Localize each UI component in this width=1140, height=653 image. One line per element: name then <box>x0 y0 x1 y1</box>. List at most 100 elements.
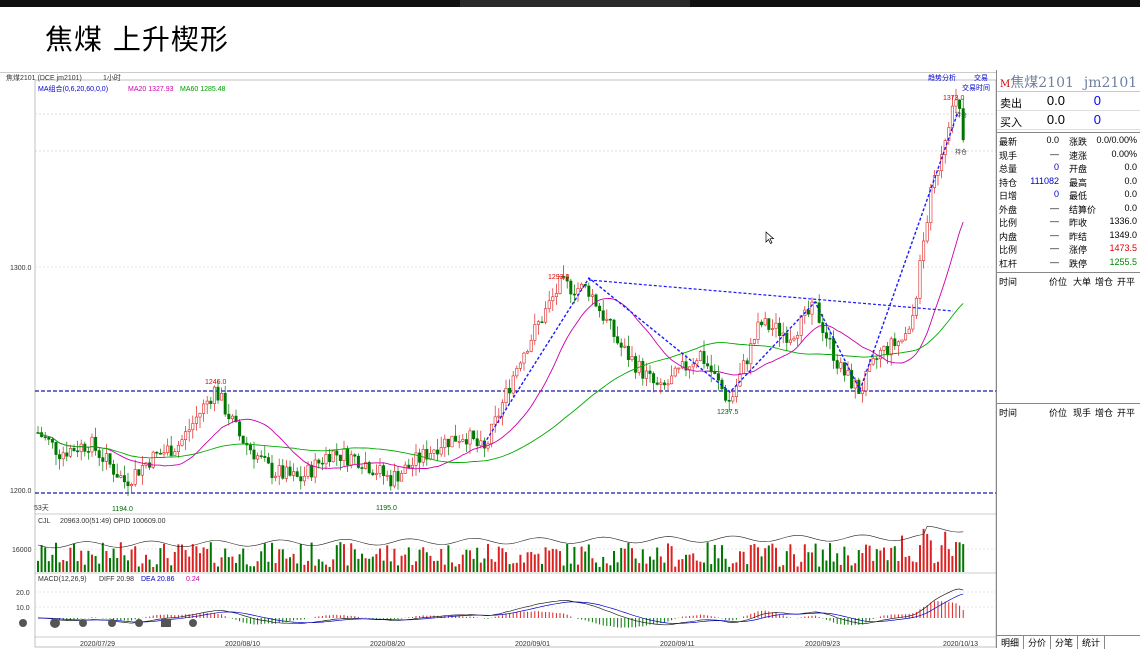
volume-bar <box>231 556 234 572</box>
volume-bar <box>155 564 158 572</box>
quote-label: 最新 <box>999 137 1018 147</box>
candle-body <box>731 396 735 402</box>
volume-bar <box>307 560 309 572</box>
volume-bar <box>281 549 284 572</box>
tab-tick[interactable]: 分笔 <box>1051 636 1079 649</box>
volume-bar <box>537 553 540 572</box>
volume-bar <box>609 565 612 572</box>
macd-diff: DIFF 20.98 <box>99 576 134 583</box>
volume-bar <box>865 544 867 572</box>
volume-bar <box>613 550 615 572</box>
candle-body <box>432 449 436 454</box>
volume-bar <box>847 555 849 572</box>
volume-bar <box>904 556 907 572</box>
volume-bar <box>656 547 659 572</box>
quote-label: 内盘 <box>999 231 1018 242</box>
kline-chart[interactable]: 焦煤2101 (DCE jm2101) 1小时 MA组合(0,6,20,60,0… <box>0 70 997 648</box>
candle-body <box>216 386 220 401</box>
volume-bar <box>515 562 518 572</box>
candle-body <box>317 459 321 464</box>
volume-bar <box>271 542 273 572</box>
candle-body <box>821 322 825 333</box>
candle-body <box>619 342 623 348</box>
price-tag-2: 持仓 <box>955 148 967 156</box>
candle-body <box>907 328 911 334</box>
volume-bar <box>418 549 421 572</box>
candle-body <box>187 429 191 432</box>
candle-body <box>882 346 886 351</box>
candle-body <box>184 431 188 440</box>
quote-value: 0.0 <box>1124 202 1137 213</box>
volume-bar <box>551 548 554 572</box>
volume-bar <box>933 563 936 572</box>
panel-tabs[interactable]: 明细 分价 分笔 统计 <box>997 635 1140 649</box>
candle-body <box>295 471 299 477</box>
quote-value: 0.0 <box>1046 135 1059 145</box>
candle-body <box>702 351 706 364</box>
low-label: 1237.5 <box>717 409 739 416</box>
candle-body <box>659 382 663 385</box>
trade-time-link[interactable]: 交易时间 <box>962 83 990 92</box>
quote-row: 杠杆 — 跌停 1255.5 <box>997 257 1140 271</box>
candle-body <box>266 457 270 464</box>
quote-value: 0.0 <box>1124 175 1137 186</box>
chart-area[interactable]: 焦煤2101 (DCE jm2101) 1小时 MA组合(0,6,20,60,0… <box>0 70 997 648</box>
volume-bar <box>213 562 216 572</box>
volume-bar <box>332 559 335 572</box>
candle-body <box>774 322 778 329</box>
volume-bar <box>541 563 543 572</box>
volume-bar <box>209 542 212 572</box>
candle-body <box>306 464 310 477</box>
volume-bar <box>645 563 648 572</box>
candle-body <box>299 476 303 482</box>
volume-bar <box>890 547 893 572</box>
tab-price[interactable]: 分价 <box>1024 636 1052 649</box>
tab-detail[interactable]: 明细 <box>997 636 1025 649</box>
candle-body <box>439 447 443 455</box>
volume-bar <box>638 563 641 572</box>
candle-body <box>288 466 292 476</box>
trade-button[interactable]: 交易 <box>974 73 988 82</box>
candle-body <box>108 453 112 465</box>
volume-bar <box>116 558 119 572</box>
col-time: 时间 <box>999 277 1018 287</box>
volume-bar <box>886 560 889 572</box>
candle-body <box>241 435 245 444</box>
candle-body <box>770 328 774 330</box>
sell-row[interactable]: 卖出 0.0 0 <box>997 92 1140 111</box>
candle-body <box>673 367 677 377</box>
candle-body <box>576 288 580 295</box>
volume-bar <box>245 564 248 572</box>
candle-body <box>230 415 234 420</box>
buy-row[interactable]: 买入 0.0 0 <box>997 111 1140 130</box>
period-selector[interactable]: 1小时 <box>103 73 121 82</box>
candle-body <box>662 382 666 386</box>
volume-bar <box>145 554 147 572</box>
volume-bar <box>98 563 101 572</box>
volume-bar <box>836 553 839 572</box>
y-tick-1300: 1300.0 <box>10 265 32 272</box>
volume-bar <box>469 550 471 572</box>
volume-bar <box>278 549 281 572</box>
volume-bar <box>771 543 774 572</box>
volume-bar <box>782 565 785 572</box>
volume-bar <box>433 561 435 572</box>
trend-tool[interactable]: 趋势分析 <box>928 73 956 82</box>
volume-bar <box>879 550 882 572</box>
quote-label: 速涨 <box>1069 150 1088 161</box>
quote-row: 持仓 111082 最高 0.0 <box>997 176 1140 190</box>
top-bar <box>0 0 1140 7</box>
candle-body <box>158 452 162 455</box>
volume-bar <box>51 554 54 572</box>
candle-body <box>191 423 195 431</box>
candle-body <box>835 360 839 369</box>
quote-value: 111082 <box>1030 175 1059 186</box>
candle-body <box>752 339 756 344</box>
candle-body <box>860 390 864 394</box>
volume-bar <box>843 546 846 572</box>
tab-stats[interactable]: 统计 <box>1078 636 1106 649</box>
volume-bar <box>134 546 137 572</box>
volume-bar <box>483 558 486 572</box>
candle-body <box>587 285 591 297</box>
vol-name: CJL <box>38 518 51 525</box>
